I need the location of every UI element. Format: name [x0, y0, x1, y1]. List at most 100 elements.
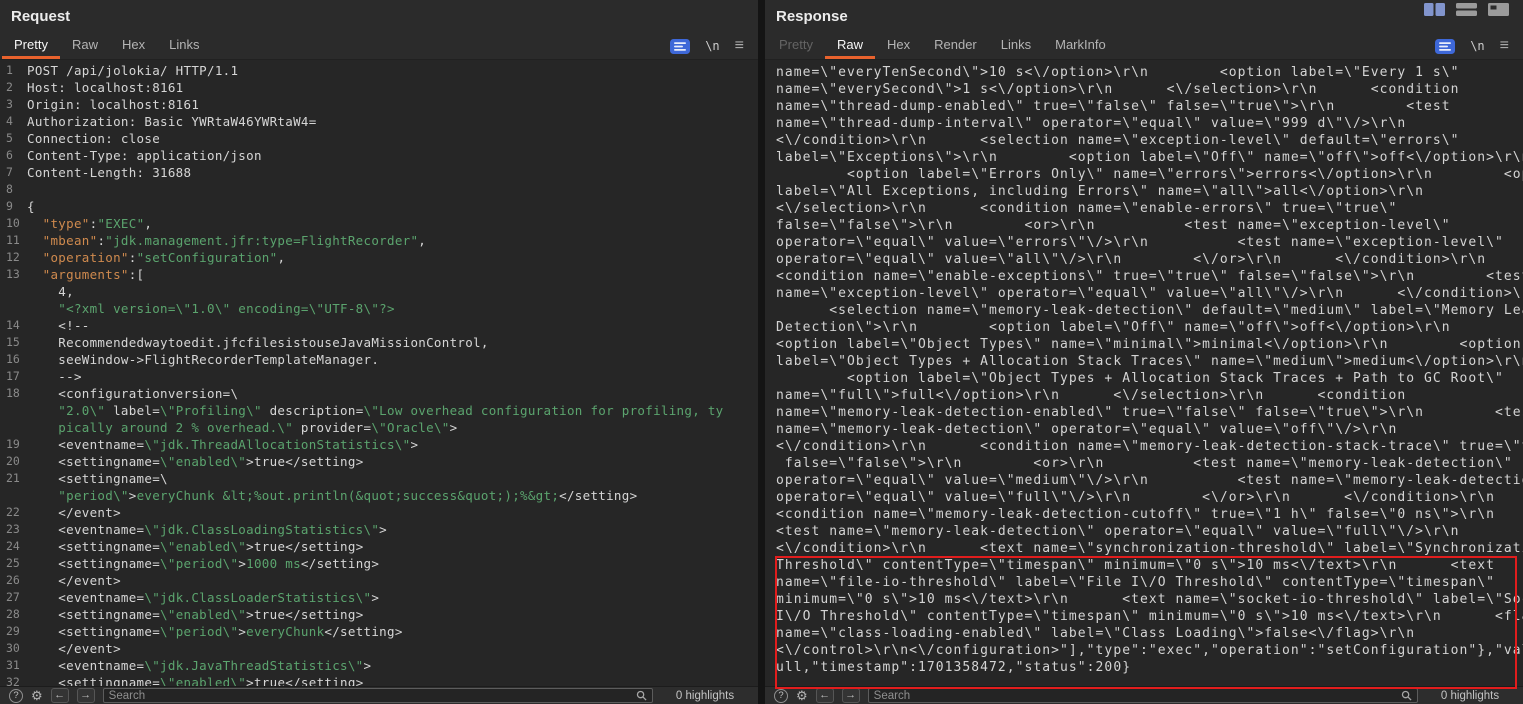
- line-number: 9: [0, 198, 27, 215]
- tab-raw[interactable]: Raw: [825, 33, 875, 59]
- request-code-line: 11 "mbean":"jdk.management.jfr:type=Flig…: [0, 232, 758, 249]
- tab-pretty[interactable]: Pretty: [2, 33, 60, 59]
- response-text-line: minimum=\"0 s\">10 ms<\/text>\r\n <text …: [776, 591, 1523, 608]
- request-code-line: 23 <eventname=\"jdk.ClassLoadingStatisti…: [0, 521, 758, 538]
- request-search-bar: ? ⚙ ← → 0 highlights: [0, 686, 758, 704]
- search-icon: [636, 690, 647, 701]
- request-code-line: 29 <settingname=\"period\">everyChunk</s…: [0, 623, 758, 640]
- show-newlines-button[interactable]: \n: [1470, 39, 1484, 53]
- split-columns-icon[interactable]: [1424, 3, 1445, 16]
- line-number: 24: [0, 538, 27, 555]
- request-code-line: 26 </event>: [0, 572, 758, 589]
- line-number: 23: [0, 521, 27, 538]
- line-number: 13: [0, 266, 27, 283]
- tab-render[interactable]: Render: [922, 33, 989, 59]
- response-text-line: <\/condition>\r\n <condition name=\"memo…: [776, 438, 1523, 455]
- prev-match-button[interactable]: ←: [51, 688, 69, 703]
- request-panel: Request PrettyRawHexLinks \n ≡ 1POST /ap…: [0, 0, 758, 704]
- search-icon: [1401, 690, 1412, 701]
- response-text-line: <test name=\"memory-leak-detection\" ope…: [776, 523, 1523, 540]
- maximize-panel-icon[interactable]: [1488, 3, 1509, 16]
- syntax-highlight-icon[interactable]: [670, 39, 690, 54]
- response-panel: Response PrettyRawHexRenderLinksMarkInfo…: [765, 0, 1523, 704]
- response-text-line: label=\"All Exceptions, including Errors…: [776, 183, 1523, 200]
- line-number: 16: [0, 351, 27, 368]
- tab-links[interactable]: Links: [157, 33, 211, 59]
- request-code-line: 20 <settingname=\"enabled\">true</settin…: [0, 453, 758, 470]
- split-rows-icon[interactable]: [1456, 3, 1477, 16]
- request-code-line: 25 <settingname=\"period\">1000 ms</sett…: [0, 555, 758, 572]
- request-code-line: 7Content-Length: 31688: [0, 164, 758, 181]
- help-icon[interactable]: ?: [9, 689, 23, 703]
- line-number: [0, 300, 27, 317]
- search-field[interactable]: [103, 688, 653, 703]
- prev-match-button[interactable]: ←: [816, 688, 834, 703]
- request-code-line: 13 "arguments":[: [0, 266, 758, 283]
- response-text-line: name=\"exception-level\" operator=\"equa…: [776, 285, 1523, 302]
- request-code-line: 4Authorization: Basic YWRtaW46YWRtaW4=: [0, 113, 758, 130]
- line-number: [0, 283, 27, 300]
- search-input[interactable]: [874, 690, 1397, 702]
- line-number: 29: [0, 623, 27, 640]
- response-text-line: <\/selection>\r\n <condition name=\"enab…: [776, 200, 1523, 217]
- response-text-line: name=\"thread-dump-enabled\" true=\"fals…: [776, 98, 1523, 115]
- request-code-line: "<?xml version=\"1.0\" encoding=\"UTF-8\…: [0, 300, 758, 317]
- response-text-line: label=\"Object Types + Allocation Stack …: [776, 353, 1523, 370]
- line-number: 26: [0, 572, 27, 589]
- response-text-line: ull,"timestamp":1701358472,"status":200}: [776, 659, 1523, 676]
- request-editor-tools: \n ≡: [670, 33, 744, 59]
- search-input[interactable]: [109, 690, 632, 702]
- line-number: 8: [0, 181, 27, 198]
- request-code-line: 22 </event>: [0, 504, 758, 521]
- search-settings-gear-icon[interactable]: ⚙: [796, 689, 808, 703]
- line-number: [0, 487, 27, 504]
- editor-menu-icon[interactable]: ≡: [1500, 38, 1509, 54]
- tab-hex[interactable]: Hex: [110, 33, 157, 59]
- tab-hex[interactable]: Hex: [875, 33, 922, 59]
- tab-links[interactable]: Links: [989, 33, 1043, 59]
- line-number: 2: [0, 79, 27, 96]
- request-code-line: 19 <eventname=\"jdk.ThreadAllocationStat…: [0, 436, 758, 453]
- line-number: 25: [0, 555, 27, 572]
- line-number: 17: [0, 368, 27, 385]
- show-newlines-button[interactable]: \n: [705, 39, 719, 53]
- syntax-highlight-icon[interactable]: [1435, 39, 1455, 54]
- search-settings-gear-icon[interactable]: ⚙: [31, 689, 43, 703]
- next-match-button[interactable]: →: [77, 688, 95, 703]
- line-number: 20: [0, 453, 27, 470]
- tab-pretty[interactable]: Pretty: [767, 33, 825, 59]
- response-text-line: operator=\"equal\" value=\"medium\"\/>\r…: [776, 472, 1523, 489]
- request-code-line: 1POST /api/jolokia/ HTTP/1.1: [0, 62, 758, 79]
- window-layout-icons: [1424, 3, 1509, 16]
- request-code-line: 18 <configurationversion=\: [0, 385, 758, 402]
- response-editor[interactable]: name=\"everyTenSecond\">10 s<\/option>\r…: [765, 60, 1523, 686]
- next-match-button[interactable]: →: [842, 688, 860, 703]
- tab-raw[interactable]: Raw: [60, 33, 110, 59]
- search-field[interactable]: [868, 688, 1418, 703]
- line-number: 19: [0, 436, 27, 453]
- line-number: 12: [0, 249, 27, 266]
- request-code-line: 12 "operation":"setConfiguration",: [0, 249, 758, 266]
- tab-markinfo[interactable]: MarkInfo: [1043, 33, 1118, 59]
- request-code-line: 16 seeWindow->FlightRecorderTemplateMana…: [0, 351, 758, 368]
- response-text-line: <condition name=\"memory-leak-detection-…: [776, 506, 1523, 523]
- request-editor[interactable]: 1POST /api/jolokia/ HTTP/1.12Host: local…: [0, 60, 758, 686]
- help-icon[interactable]: ?: [774, 689, 788, 703]
- response-text-line: <selection name=\"memory-leak-detection\…: [776, 302, 1523, 319]
- request-panel-title: Request: [0, 0, 758, 33]
- response-text-line: false=\"false\">\r\n <or>\r\n <test name…: [776, 455, 1523, 472]
- response-text-line: name=\"class-loading-enabled\" label=\"C…: [776, 625, 1523, 642]
- editor-menu-icon[interactable]: ≡: [735, 38, 744, 54]
- response-text-line: Threshold\" contentType=\"timespan\" min…: [776, 557, 1523, 574]
- line-number: 4: [0, 113, 27, 130]
- request-code-line: 6Content-Type: application/json: [0, 147, 758, 164]
- line-number: 30: [0, 640, 27, 657]
- highlights-count: 0 highlights: [661, 690, 749, 702]
- request-code-line: 30 </event>: [0, 640, 758, 657]
- response-search-bar: ? ⚙ ← → 0 highlights: [765, 686, 1523, 704]
- request-code-line: 31 <eventname=\"jdk.JavaThreadStatistics…: [0, 657, 758, 674]
- request-code-line: 2Host: localhost:8161: [0, 79, 758, 96]
- response-text-line: <\/condition>\r\n <text name=\"synchroni…: [776, 540, 1523, 557]
- response-text-line: <condition name=\"enable-exceptions\" tr…: [776, 268, 1523, 285]
- request-code-line: 9{: [0, 198, 758, 215]
